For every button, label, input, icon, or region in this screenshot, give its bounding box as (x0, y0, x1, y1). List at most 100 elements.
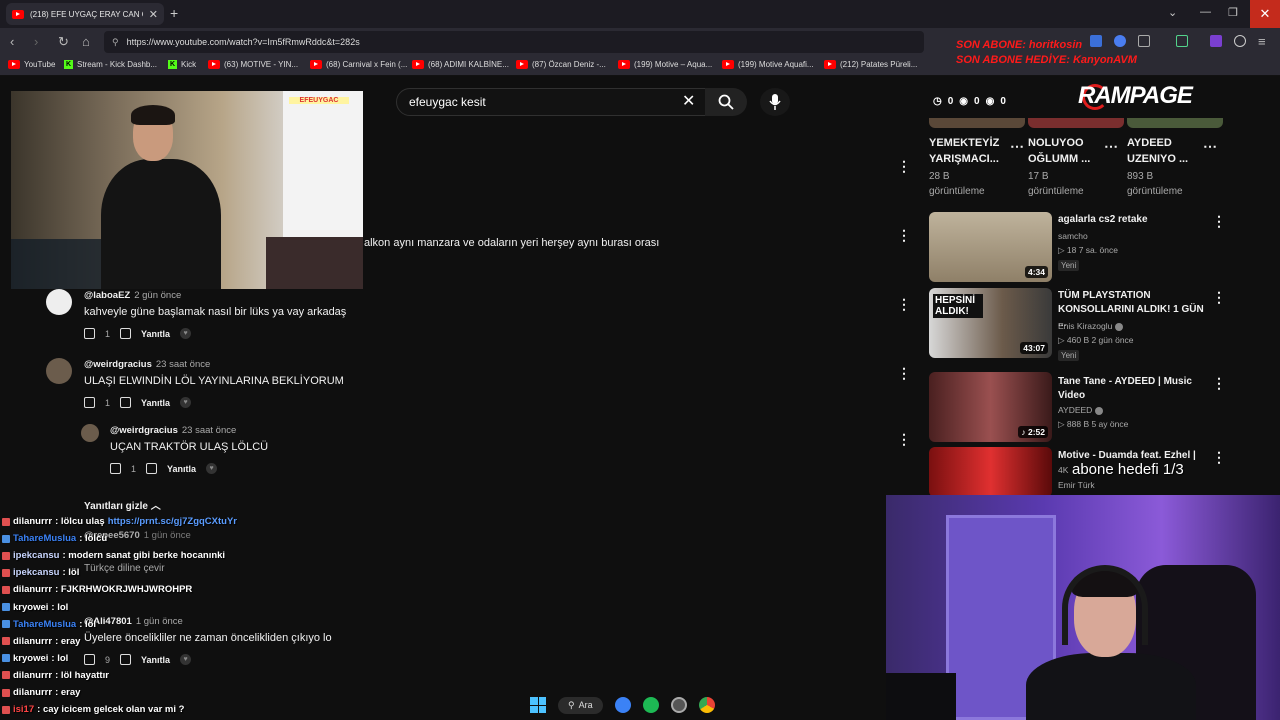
video-thumbnail[interactable]: HEPSİNİ ALDIK! 43:07 (929, 288, 1052, 358)
channel-name[interactable]: AYDEED (1058, 404, 1103, 417)
tab-title: (218) EFE UYGAÇ ERAY CAN Ö... (30, 9, 143, 19)
reply-button[interactable]: Yanıtla (141, 329, 170, 339)
comment-text: kahveyle güne başlamak nasıl bir lüks ya… (84, 306, 347, 318)
maximize-button[interactable]: ❐ (1228, 6, 1238, 19)
reply-button[interactable]: Yanıtla (141, 655, 170, 665)
reply-button[interactable]: Yanıtla (141, 398, 170, 408)
home-icon[interactable]: ⌂ (82, 34, 90, 49)
tab-close-icon[interactable]: ✕ (149, 8, 158, 21)
comment-text: Üyelere öncelikliler ne zaman önceliklid… (84, 632, 332, 644)
new-tab-button[interactable]: + (170, 5, 178, 21)
spotify-icon[interactable] (642, 697, 659, 713)
video-title[interactable]: NOLUYOO OĞLUMM ... (1028, 135, 1090, 167)
hide-replies-button[interactable]: Yanıtları gizle ︿ (84, 497, 161, 512)
more-options-icon[interactable]: ⋮ (1212, 449, 1226, 466)
dislike-icon[interactable] (120, 328, 132, 339)
video-thumbnail[interactable]: 4:34 (929, 212, 1052, 282)
app-icon[interactable] (614, 697, 631, 713)
comment-actions: 9 Yanıtla ♥ (84, 654, 192, 665)
kick-icon: K (168, 60, 177, 69)
extension-icon-3[interactable] (1210, 35, 1222, 47)
video-title[interactable]: AYDEED UZENIYO ... (1127, 135, 1188, 167)
more-options-icon[interactable]: ⋮ (897, 296, 911, 313)
more-options-icon[interactable]: ⋯ (1010, 138, 1024, 155)
bookmark-kick-dashboard[interactable]: K Stream - Kick Dashb... (64, 60, 157, 69)
search-button[interactable] (705, 88, 747, 116)
voice-search-button[interactable] (760, 88, 790, 116)
dislike-icon[interactable] (120, 654, 132, 665)
chat-username: dilanurrr (13, 687, 53, 698)
comment-author[interactable]: @laboaEZ 2 gün önce (84, 290, 181, 301)
taskbar-search[interactable]: ⚲ Ara (558, 696, 603, 714)
more-options-icon[interactable]: ⋮ (897, 227, 911, 244)
bookmark-carnival[interactable]: (68) Carnival x Fein (... (310, 60, 407, 69)
translate-link[interactable]: Türkçe diline çevir (84, 563, 165, 574)
reply-button[interactable]: Yanıtla (167, 464, 196, 474)
address-bar[interactable]: ⚲ https://www.youtube.com/watch?v=Im5fRm… (104, 31, 924, 53)
comment-author[interactable]: @Ali47801 1 gün önce (84, 616, 183, 627)
chat-text: : löl (62, 567, 80, 579)
heart-icon[interactable]: ♥ (206, 463, 218, 474)
more-options-icon[interactable]: ⋯ (1203, 138, 1217, 155)
channel-name[interactable]: Emir Türk (1058, 479, 1095, 492)
avatar[interactable] (46, 358, 72, 384)
more-options-icon[interactable]: ⋮ (1212, 375, 1226, 392)
more-options-icon[interactable]: ⋮ (1212, 213, 1226, 230)
video-miniplayer[interactable]: EFEUYGAC (11, 91, 363, 289)
more-options-icon[interactable]: ⋮ (897, 365, 911, 382)
like-icon[interactable] (84, 397, 95, 408)
chat-link[interactable]: https://prnt.sc/gj7ZgqCXtuYr (108, 516, 237, 527)
bookmark-kick[interactable]: K Kick (168, 60, 196, 69)
video-thumbnail[interactable] (929, 447, 1052, 497)
site-info-icon[interactable]: ⚲ (112, 37, 119, 48)
bookmark-adimi[interactable]: (68) ADIMI KALBİNE... (412, 60, 509, 69)
steam-icon[interactable] (670, 697, 687, 713)
like-icon[interactable] (84, 328, 95, 339)
avatar[interactable] (46, 289, 72, 315)
reload-icon[interactable]: ↻ (58, 34, 69, 50)
search-input[interactable]: efeuygac kesit (396, 88, 708, 116)
chrome-icon[interactable] (698, 697, 715, 713)
more-options-icon[interactable]: ⋮ (897, 158, 911, 175)
more-options-icon[interactable]: ⋮ (897, 431, 911, 448)
dislike-icon[interactable] (146, 463, 158, 474)
minimize-button[interactable]: — (1200, 6, 1211, 18)
puzzle-icon[interactable] (1138, 35, 1150, 47)
comment-author[interactable]: @weirdgracius 23 saat önce (84, 359, 210, 370)
channel-name[interactable]: Enis Kirazoglu (1058, 320, 1123, 333)
reply-author[interactable]: @weirdgracius 23 saat önce (110, 425, 236, 436)
video-thumbnail[interactable] (1127, 118, 1223, 128)
video-thumbnail[interactable] (929, 118, 1025, 128)
heart-icon[interactable]: ♥ (180, 654, 192, 665)
window-close-button[interactable]: ✕ (1250, 0, 1280, 28)
video-title[interactable]: YEMEKTEYİZ YARIŞMACI... (929, 135, 999, 167)
bookmark-motive[interactable]: (63) MOTIVE - YIN... (208, 60, 298, 69)
account-icon[interactable] (1234, 35, 1246, 47)
heart-icon[interactable]: ♥ (180, 328, 192, 339)
more-options-icon[interactable]: ⋮ (1212, 289, 1226, 306)
like-icon[interactable] (84, 654, 95, 665)
clear-search-icon[interactable]: ✕ (682, 91, 695, 111)
avatar[interactable] (81, 424, 99, 442)
browser-tab-youtube[interactable]: (218) EFE UYGAÇ ERAY CAN Ö... ✕ (6, 3, 164, 25)
video-thumbnail[interactable]: ♪ 2:52 (929, 372, 1052, 442)
bookmark-motive-aqua[interactable]: (199) Motive – Aqua... (618, 60, 712, 69)
heart-icon[interactable]: ♥ (180, 397, 192, 408)
dislike-icon[interactable] (120, 397, 132, 408)
lab-icon[interactable] (1176, 35, 1188, 47)
menu-icon[interactable]: ≡ (1258, 34, 1266, 49)
forward-arrow-icon[interactable]: › (34, 34, 38, 49)
bookmark-youtube[interactable]: YouTube (8, 60, 55, 69)
bookmark-patates[interactable]: (212) Patates Püreli... (824, 60, 917, 69)
video-thumbnail[interactable] (1028, 118, 1124, 128)
video-title[interactable]: agalarla cs2 retake (1058, 213, 1208, 227)
like-icon[interactable] (110, 463, 121, 474)
tab-list-chevron-icon[interactable]: ⌄ (1168, 6, 1177, 19)
windows-start-icon[interactable] (530, 697, 546, 713)
bookmark-motive-aquafi[interactable]: (199) Motive Aquafi... (722, 60, 814, 69)
bookmark-ozcan[interactable]: (87) Özcan Deniz -... (516, 60, 606, 69)
video-title[interactable]: Tane Tane - AYDEED | Music Video (1058, 375, 1208, 403)
channel-name[interactable]: samcho (1058, 230, 1088, 243)
more-options-icon[interactable]: ⋯ (1104, 138, 1118, 155)
back-arrow-icon[interactable]: ‹ (10, 34, 14, 49)
